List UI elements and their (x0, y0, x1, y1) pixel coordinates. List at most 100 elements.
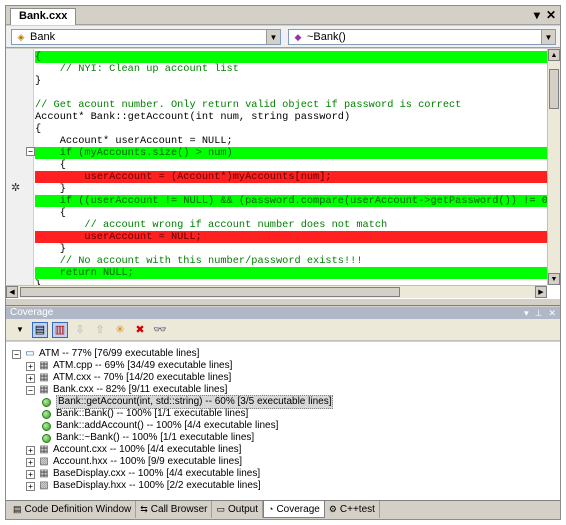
code-line[interactable]: { (35, 159, 547, 171)
code-line[interactable]: // Get acount number. Only return valid … (35, 99, 547, 111)
code-line-text: // Get acount number. Only return valid … (35, 99, 462, 111)
dropdown-icon[interactable]: ▼ (12, 322, 28, 338)
tab-coverage[interactable]: ◔ Coverage (263, 501, 325, 518)
code-line[interactable]: Account* userAccount = NULL; (35, 135, 547, 147)
tab-call-browser[interactable]: ⇆ Call Browser (136, 501, 213, 518)
cpp-file-icon: ▦ (39, 384, 49, 395)
tab-code-definition-window[interactable]: ▤ Code Definition Window (9, 501, 137, 518)
code-line[interactable]: { (35, 207, 547, 219)
tree-function-item[interactable]: Bank::~Bank() -- 100% [1/1 executable li… (42, 432, 254, 444)
source-view-icon[interactable]: ▤ (32, 321, 48, 338)
expand-icon[interactable]: + (26, 469, 35, 479)
arrow-down-icon[interactable]: ⇩ (72, 322, 88, 338)
code-line[interactable]: // account wrong if account number does … (35, 219, 547, 231)
document-tab-bar: Bank.cxx ▾ ✕ (6, 6, 560, 25)
code-line-text: } (35, 183, 66, 195)
code-line[interactable]: if (myAccounts.size() > num) (35, 147, 547, 159)
editor-gutter: − ✲ (6, 49, 35, 298)
function-dot-icon (42, 409, 51, 419)
code-line[interactable]: // No account with this number/password … (35, 255, 547, 267)
collapse-icon[interactable]: − (26, 385, 35, 395)
expand-icon[interactable]: + (26, 445, 35, 455)
code-line[interactable]: } (35, 183, 547, 195)
coverage-icon: ◔ (268, 504, 274, 514)
code-line[interactable]: } (35, 243, 547, 255)
code-line-text: } (35, 243, 66, 255)
chevron-down-icon[interactable]: ▼ (541, 30, 555, 44)
scroll-thumb[interactable] (549, 69, 559, 109)
tree-file-item[interactable]: + ▦ Account.cxx -- 100% [4/4 executable li… (26, 444, 241, 456)
method-icon: ◆ (294, 31, 302, 42)
code-editor[interactable]: − ✲ { // NYI: Clean up account list} // G… (6, 49, 560, 298)
vertical-scrollbar[interactable]: ▲ ▼ (547, 49, 560, 285)
tree-item-label: Account.hxx -- 100% [9/9 executable line… (53, 456, 242, 467)
expand-icon[interactable]: + (26, 361, 35, 371)
cpptest-icon: ⚙ (328, 504, 337, 514)
tree-function-item[interactable]: Bank::Bank() -- 100% [1/1 executable lin… (42, 408, 248, 420)
code-line[interactable]: userAccount = NULL; (35, 231, 547, 243)
tree-file-item[interactable]: − ▭ ATM -- 77% [76/99 executable lines] (12, 348, 199, 360)
code-line-text: { (35, 207, 66, 219)
expand-icon[interactable]: + (26, 373, 35, 383)
collapse-toggle-icon[interactable]: − (26, 147, 35, 156)
expand-icon[interactable]: + (26, 457, 35, 467)
code-line[interactable] (35, 87, 547, 99)
binoculars-icon[interactable]: 👓 (152, 322, 168, 338)
scroll-right-icon[interactable]: ▶ (535, 286, 547, 298)
scroll-left-icon[interactable]: ◀ (6, 286, 18, 298)
code-line-text: userAccount = (Account*)myAccounts[num]; (35, 171, 332, 183)
code-line-text: if (myAccounts.size() > num) (35, 147, 233, 159)
panel-splitter[interactable] (6, 298, 560, 306)
member-dropdown-value: ~Bank() (307, 31, 346, 43)
document-tab[interactable]: Bank.cxx (10, 8, 77, 25)
code-line-text: { (35, 123, 42, 135)
dropdown-icon[interactable]: ▾ (524, 307, 529, 319)
chevron-down-icon[interactable]: ▾ (534, 7, 540, 23)
tree-file-item[interactable]: + ▧ Account.hxx -- 100% [9/9 executable li… (26, 456, 242, 468)
scroll-down-icon[interactable]: ▼ (548, 273, 560, 285)
horizontal-scrollbar[interactable]: ◀ ▶ (6, 285, 547, 298)
code-line-text: // account wrong if account number does … (35, 219, 388, 231)
scroll-thumb[interactable] (20, 287, 400, 297)
tree-item-label: BaseDisplay.hxx -- 100% [2/2 executable … (53, 480, 261, 491)
tree-file-item[interactable]: + ▦ ATM.cpp -- 69% [34/49 executable lines… (26, 360, 232, 372)
tree-file-item[interactable]: + ▧ BaseDisplay.hxx -- 100% [2/2 executabl… (26, 480, 261, 492)
tree-file-item[interactable]: + ▦ BaseDisplay.cxx -- 100% [4/4 executabl… (26, 468, 260, 480)
code-line-text: // No account with this number/password … (35, 255, 363, 267)
clear-icon[interactable]: ✖ (132, 322, 148, 338)
close-icon[interactable]: ✕ (546, 7, 556, 23)
code-line[interactable]: // NYI: Clean up account list (35, 63, 547, 75)
tree-function-item[interactable]: Bank::getAccount(int, std::string) -- 60… (42, 395, 334, 409)
ide-window: Bank.cxx ▾ ✕ ◈ Bank ▼ ◆ ~Bank() ▼ − ✲ { … (5, 5, 561, 520)
chevron-down-icon[interactable]: ▼ (266, 30, 280, 44)
arrow-up-icon[interactable]: ⇧ (92, 322, 108, 338)
class-dropdown[interactable]: ◈ Bank ▼ (11, 29, 281, 45)
code-line[interactable]: return NULL; (35, 267, 547, 279)
code-line[interactable]: if ((userAccount != NULL) && (password.c… (35, 195, 560, 207)
member-dropdown[interactable]: ◆ ~Bank() ▼ (288, 29, 556, 45)
project-icon: ▭ (25, 348, 35, 359)
close-icon[interactable]: ✕ (548, 307, 556, 319)
report-view-icon[interactable]: ▥ (52, 321, 68, 338)
tab-output[interactable]: ▭ Output (212, 501, 264, 518)
reset-icon[interactable]: ✳ (112, 322, 128, 338)
code-line-text: { (35, 159, 66, 171)
code-line[interactable]: } (35, 75, 547, 87)
header-file-icon: ▧ (39, 480, 49, 491)
code-line-text: return NULL; (35, 267, 134, 279)
collapse-icon[interactable]: − (12, 349, 21, 359)
tree-file-item[interactable]: + ▦ ATM.cxx -- 70% [14/20 executable lines… (26, 372, 231, 384)
code-line[interactable]: { (35, 123, 547, 135)
code-line[interactable]: userAccount = (Account*)myAccounts[num]; (35, 171, 547, 183)
tree-item-label: Account.cxx -- 100% [4/4 executable line… (53, 444, 242, 455)
expand-icon[interactable]: + (26, 481, 35, 491)
code-line[interactable]: { (35, 51, 547, 63)
code-line-text: if ((userAccount != NULL) && (password.c… (35, 195, 560, 207)
tree-function-item[interactable]: Bank::addAccount() -- 100% [4/4 executab… (42, 420, 278, 432)
pin-icon[interactable]: ⊥ (535, 307, 543, 319)
function-dot-icon (42, 397, 51, 407)
scroll-up-icon[interactable]: ▲ (548, 49, 560, 61)
tab-c-test[interactable]: ⚙ C++test (325, 501, 380, 518)
code-line[interactable]: Account* Bank::getAccount(int num, strin… (35, 111, 547, 123)
coverage-toolbar: ▼ ▤ ▥ ⇩ ⇧ ✳ ✖ 👓 (6, 319, 560, 341)
